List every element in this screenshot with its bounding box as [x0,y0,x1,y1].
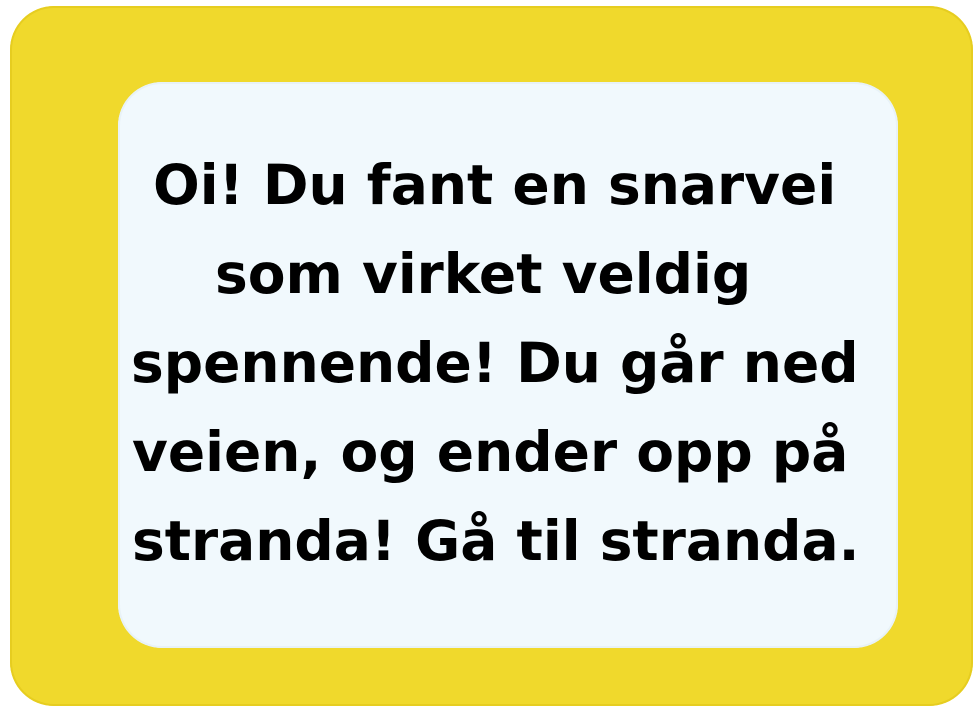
message-line: Oi! Du fant en snarvei [153,153,837,217]
message-line: veien, og ender opp på [132,420,849,484]
message-text: Oi! Du fant en snarvei som virket veldig… [0,0,979,712]
message-line: stranda! Gå til stranda. [132,509,860,573]
message-line: spennende! Du går ned [131,331,859,395]
message-line: som virket veldig [215,242,752,306]
